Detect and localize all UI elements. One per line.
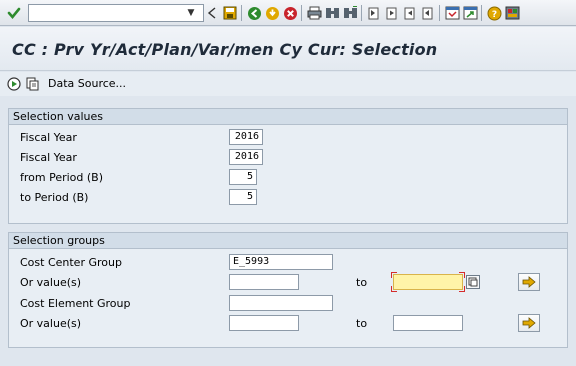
- from-period-label: from Period (B): [20, 171, 104, 184]
- toolbar-separator: [361, 5, 362, 21]
- back-icon[interactable]: [246, 5, 262, 21]
- application-toolbar: Data Source...: [0, 72, 576, 96]
- main-content: Selection values Fiscal Year 2016 Fiscal…: [0, 104, 576, 366]
- next-page-icon[interactable]: [402, 5, 418, 21]
- to-period-label: to Period (B): [20, 191, 89, 204]
- group-header: Selection groups: [9, 233, 567, 249]
- system-toolbar: ▼ ?: [0, 0, 576, 26]
- to-label: to: [356, 317, 368, 330]
- cost-center-group-label: Cost Center Group: [20, 256, 122, 269]
- fiscal-year-label: Fiscal Year: [20, 151, 77, 164]
- execute-icon[interactable]: [6, 76, 22, 92]
- exit-icon[interactable]: [264, 5, 280, 21]
- page-title: CC : Prv Yr/Act/Plan/Var/men Cy Cur: Sel…: [12, 40, 438, 59]
- command-field[interactable]: [28, 4, 204, 22]
- back-icon[interactable]: [204, 5, 220, 21]
- from-period-field[interactable]: 5: [229, 169, 257, 185]
- focus-marker: [459, 286, 465, 292]
- save-icon[interactable]: [222, 5, 238, 21]
- toolbar-separator: [481, 5, 482, 21]
- focus-marker: [459, 272, 465, 278]
- first-page-icon[interactable]: [366, 5, 382, 21]
- multiple-selection-icon[interactable]: [518, 273, 540, 291]
- cost-element-from-field[interactable]: [229, 315, 299, 331]
- or-values-label: Or value(s): [20, 276, 82, 289]
- enter-icon[interactable]: [6, 5, 22, 21]
- shortcut-icon[interactable]: [462, 5, 478, 21]
- selection-values-group: Selection values: [8, 108, 568, 224]
- group-header: Selection values: [9, 109, 567, 125]
- layout-icon[interactable]: [504, 5, 520, 21]
- get-variant-icon[interactable]: [24, 76, 40, 92]
- find-icon[interactable]: [324, 5, 340, 21]
- fiscal-year-field[interactable]: 2016: [229, 129, 263, 145]
- toolbar-separator: [241, 5, 242, 21]
- multiple-selection-icon[interactable]: [518, 314, 540, 332]
- help-icon[interactable]: ?: [486, 5, 502, 21]
- create-session-icon[interactable]: [444, 5, 460, 21]
- chevron-down-icon[interactable]: ▼: [183, 5, 199, 21]
- to-period-field[interactable]: 5: [229, 189, 257, 205]
- or-values-label: Or value(s): [20, 317, 82, 330]
- previous-page-icon[interactable]: [384, 5, 400, 21]
- toolbar-separator: [439, 5, 440, 21]
- fiscal-year-label: Fiscal Year: [20, 131, 77, 144]
- data-source-button[interactable]: Data Source...: [48, 77, 126, 90]
- cost-element-to-field[interactable]: [393, 315, 463, 331]
- focus-marker: [391, 272, 397, 278]
- toolbar-separator: [301, 5, 302, 21]
- cost-center-to-field[interactable]: [393, 274, 463, 290]
- cost-center-from-field[interactable]: [229, 274, 299, 290]
- cost-center-group-field[interactable]: E_5993: [229, 254, 333, 270]
- focus-marker: [391, 286, 397, 292]
- cancel-icon[interactable]: [282, 5, 298, 21]
- fiscal-year-field[interactable]: 2016: [229, 149, 263, 165]
- svg-text:?: ?: [491, 10, 496, 20]
- value-help-icon[interactable]: [466, 275, 480, 289]
- cost-element-group-field[interactable]: [229, 295, 333, 311]
- cost-element-group-label: Cost Element Group: [20, 297, 131, 310]
- last-page-icon[interactable]: [420, 5, 436, 21]
- print-icon[interactable]: [306, 5, 322, 21]
- to-label: to: [356, 276, 368, 289]
- title-bar: CC : Prv Yr/Act/Plan/Var/men Cy Cur: Sel…: [0, 27, 576, 71]
- find-next-icon[interactable]: [342, 5, 358, 21]
